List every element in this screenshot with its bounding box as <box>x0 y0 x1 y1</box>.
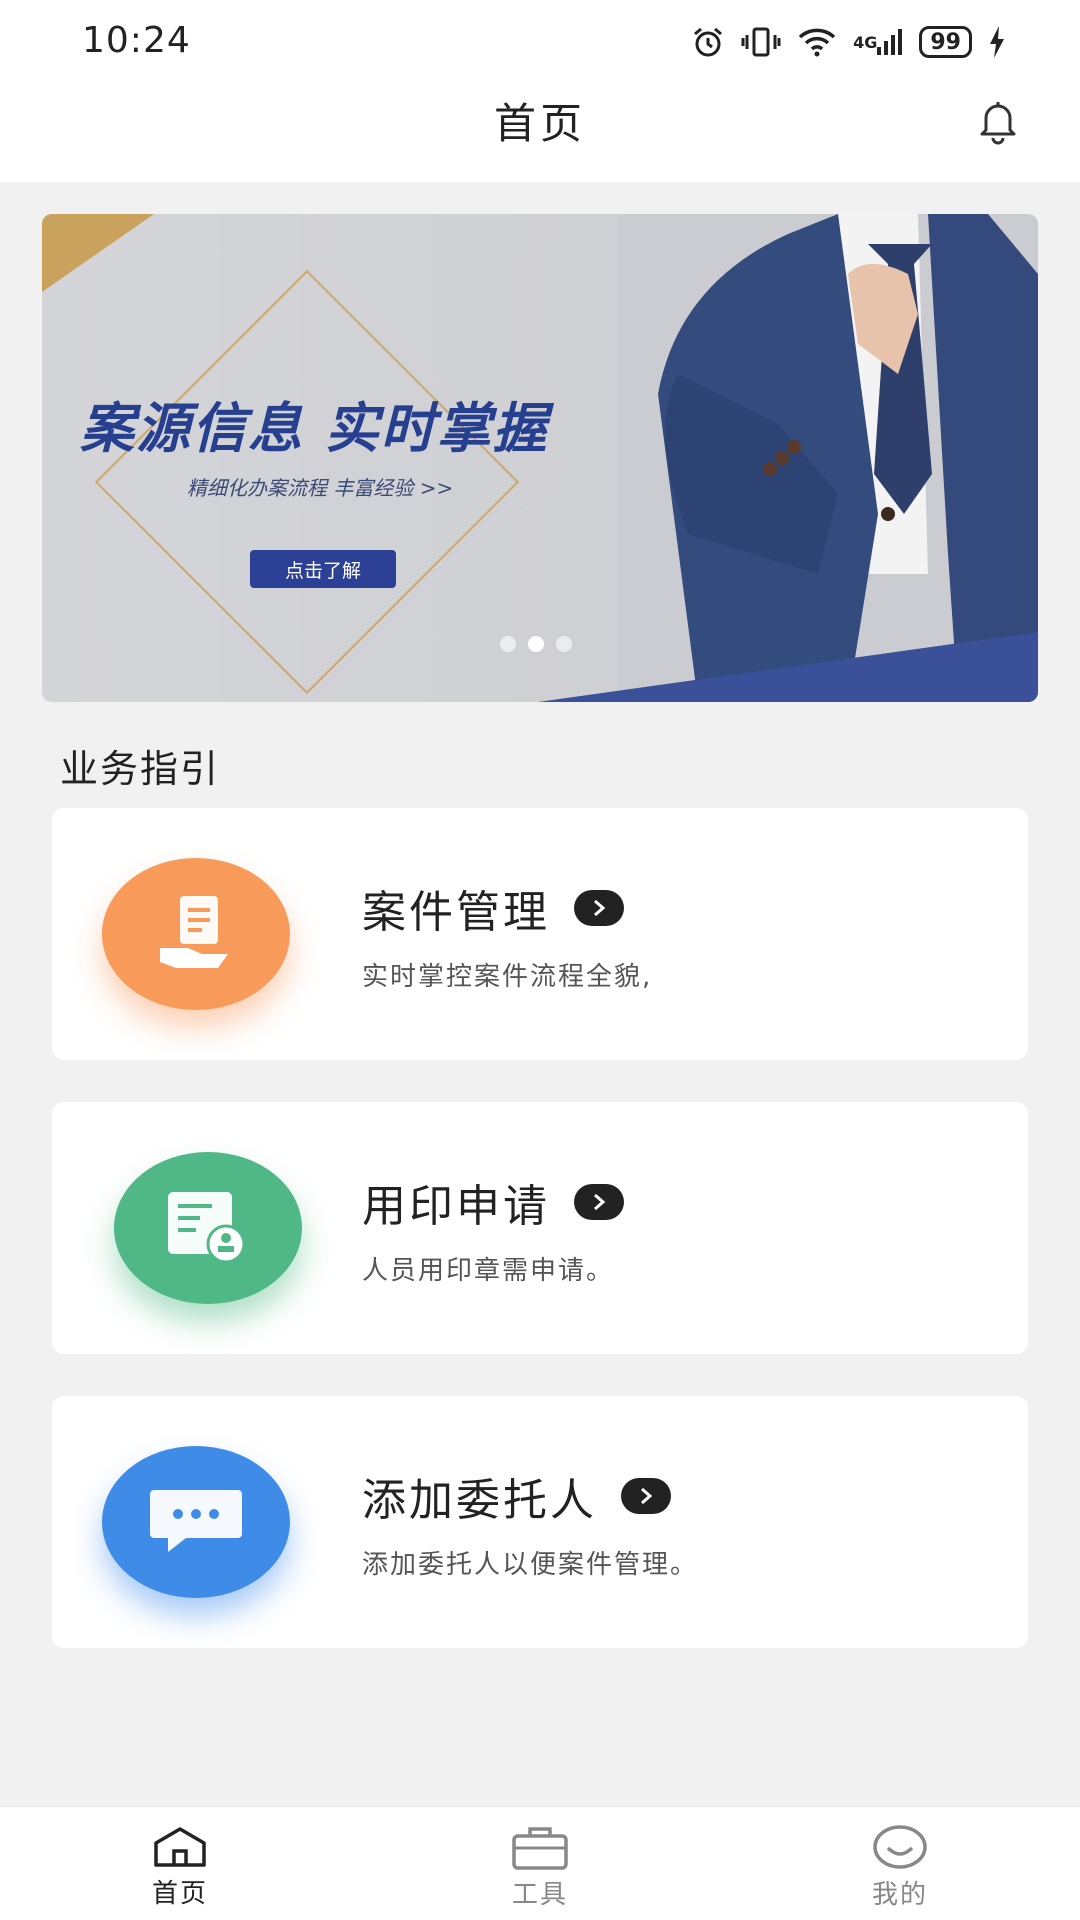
seal-application-title: 用印申请 <box>362 1170 624 1234</box>
banner-blue-strip <box>538 632 1038 702</box>
home-icon <box>154 1827 206 1867</box>
card-title-text: 用印申请 <box>362 1181 550 1232</box>
banner-gold-corner <box>42 214 154 292</box>
chevron-right-icon[interactable] <box>574 890 624 926</box>
case-management-title: 案件管理 <box>362 876 624 940</box>
page-title: 首页 <box>493 99 586 148</box>
chat-bubble-icon <box>150 1490 242 1552</box>
promo-banner[interactable]: 案源信息 实时掌握 精细化办案流程 丰富经验 >> 点击了解 <box>42 214 1038 702</box>
nav-label-mine: 我的 <box>871 1880 928 1910</box>
seal-application-card[interactable]: 用印申请 人员用印章需申请。 <box>52 1102 1028 1354</box>
section-title: 业务指引 <box>60 747 221 791</box>
carousel-dot[interactable] <box>556 636 572 652</box>
battery-icon: 99 <box>919 26 972 58</box>
seal-application-description: 人员用印章需申请。 <box>362 1256 615 1286</box>
case-management-icon-wrap <box>102 858 290 1010</box>
wifi-icon <box>797 24 837 60</box>
carousel-dot-active[interactable] <box>528 636 544 652</box>
briefcase-icon <box>512 1827 568 1870</box>
add-client-title: 添加委托人 <box>362 1464 671 1528</box>
banner-headline: 案源信息 实时掌握 <box>80 397 549 460</box>
add-client-description: 添加委托人以便案件管理。 <box>362 1550 699 1580</box>
bottom-nav: 首页 工具 我的 <box>0 1806 1080 1920</box>
status-time: 10:24 <box>82 20 191 61</box>
smile-icon <box>873 1825 927 1869</box>
signal-icon: 4G <box>853 24 903 60</box>
network-type: 4G <box>853 32 878 52</box>
case-management-card[interactable]: 案件管理 实时掌控案件流程全貌, <box>52 808 1028 1060</box>
card-title-text: 添加委托人 <box>362 1475 597 1526</box>
card-title-text: 案件管理 <box>362 887 550 938</box>
chevron-right-icon[interactable] <box>574 1184 624 1220</box>
add-client-card[interactable]: 添加委托人 添加委托人以便案件管理。 <box>52 1396 1028 1648</box>
seal-application-icon-wrap <box>114 1152 302 1304</box>
banner-cta-button[interactable]: 点击了解 <box>250 550 396 588</box>
vibrate-icon <box>741 24 781 60</box>
add-client-icon-wrap <box>102 1446 290 1598</box>
nav-label-home: 首页 <box>151 1879 208 1909</box>
banner-subtitle: 精细化办案流程 丰富经验 >> <box>187 476 454 500</box>
bell-icon[interactable] <box>972 94 1024 146</box>
nav-item-home[interactable]: 首页 <box>0 1807 360 1920</box>
businessman-image <box>618 214 1038 702</box>
seal-document-icon <box>168 1192 246 1264</box>
nav-label-tools: 工具 <box>511 1880 568 1910</box>
battery-level: 99 <box>930 29 961 55</box>
document-hand-icon <box>160 896 228 968</box>
nav-item-mine[interactable]: 我的 <box>720 1807 1080 1920</box>
status-bar: 10:24 4G 99 <box>0 0 1080 86</box>
top-bar: 10:24 4G 99 首页 <box>0 0 1080 182</box>
chevron-right-icon[interactable] <box>621 1478 671 1514</box>
status-icons: 4G 99 <box>691 24 1006 60</box>
charging-icon <box>988 24 1006 60</box>
case-management-description: 实时掌控案件流程全貌, <box>362 962 653 992</box>
alarm-icon <box>691 24 725 60</box>
carousel-dot[interactable] <box>500 636 516 652</box>
carousel-indicator <box>500 636 572 652</box>
nav-item-tools[interactable]: 工具 <box>360 1807 720 1920</box>
